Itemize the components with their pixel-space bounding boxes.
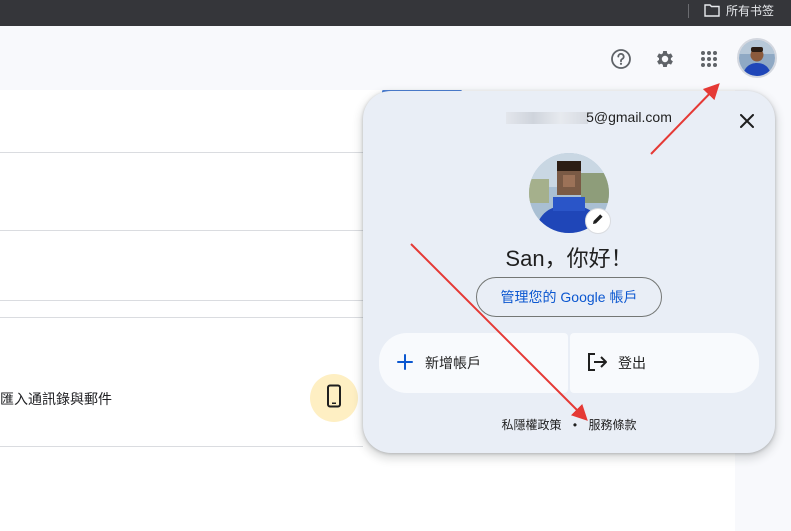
plus-icon: [395, 352, 415, 375]
avatar[interactable]: [737, 38, 777, 78]
help-icon[interactable]: [609, 47, 633, 71]
privacy-policy-link[interactable]: 私隱權政策: [502, 418, 562, 432]
all-bookmarks-label: 所有书签: [726, 3, 775, 18]
close-icon[interactable]: [735, 109, 759, 133]
logout-icon: [586, 352, 608, 375]
bookmarks-separator: [688, 4, 689, 18]
apps-grid-icon[interactable]: [697, 47, 721, 71]
greeting: San，你好！: [505, 246, 633, 271]
divider: [0, 300, 363, 301]
bookmarks-bar: 所有书签: [0, 0, 791, 26]
gear-icon[interactable]: [653, 47, 677, 71]
add-account-label: 新增帳戶: [425, 355, 481, 371]
footer-links: 私隱權政策 • 服務條款: [363, 416, 775, 433]
account-actions: 新增帳戶 登出: [379, 333, 759, 393]
sign-out-button[interactable]: 登出: [570, 333, 759, 393]
manage-account-button[interactable]: 管理您的 Google 帳戶: [476, 277, 662, 317]
pencil-icon: [592, 212, 604, 230]
terms-of-service-link[interactable]: 服務條款: [588, 418, 636, 432]
phone-icon: [325, 384, 343, 413]
folder-icon: [704, 3, 720, 17]
phone-button[interactable]: [310, 374, 358, 422]
all-bookmarks-folder[interactable]: 所有书签: [704, 0, 774, 20]
edit-photo-button[interactable]: [585, 208, 611, 234]
import-contacts-text[interactable]: 匯入通訊錄與郵件: [0, 389, 112, 409]
divider: [0, 446, 363, 447]
email-redaction: [506, 112, 589, 125]
link-separator: •: [572, 418, 578, 432]
account-popup: 5@gmail.com San，你好！ 管理您的 Google 帳戶 新增帳戶 …: [363, 91, 775, 453]
divider: [0, 230, 363, 231]
divider: [0, 317, 363, 318]
add-account-button[interactable]: 新增帳戶: [379, 333, 568, 393]
account-email: 5@gmail.com: [363, 109, 775, 125]
divider: [0, 152, 363, 153]
sign-out-label: 登出: [618, 355, 646, 371]
